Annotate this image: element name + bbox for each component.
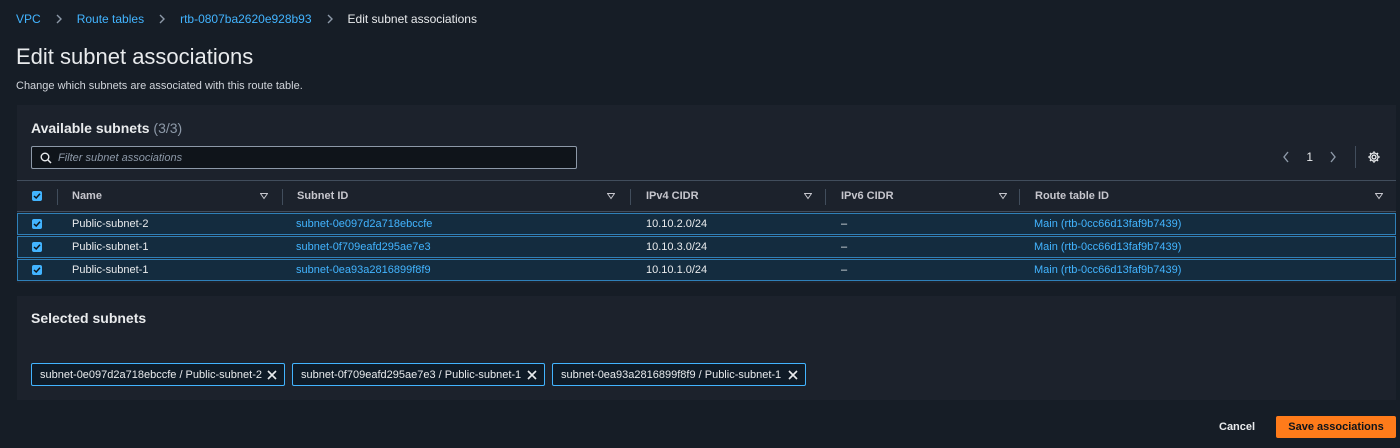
column-header-name[interactable]: Name (72, 181, 280, 211)
breadcrumb-current: Edit subnet associations (347, 12, 477, 26)
token-label: subnet-0f709eafd295ae7e3 / Public-subnet… (301, 368, 522, 381)
column-header-label: IPv4 CIDR (646, 190, 699, 202)
caret-down-icon (607, 193, 615, 200)
cancel-button[interactable]: Cancel (1213, 418, 1261, 436)
selected-subnet-token: subnet-0e097d2a718ebccfe / Public-subnet… (31, 363, 285, 386)
filter-input[interactable] (58, 151, 558, 164)
table-row[interactable]: Public-subnet-1 subnet-0ea93a2816899f8f9… (17, 259, 1396, 281)
select-all-checkbox[interactable] (32, 191, 42, 201)
cell-subnet-id-link[interactable]: subnet-0ea93a2816899f8f9 (296, 260, 431, 280)
checkmark-icon (33, 244, 41, 251)
close-icon[interactable] (266, 369, 278, 381)
cell-ipv4-cidr: 10.10.3.0/24 (646, 241, 708, 253)
column-divider (630, 189, 631, 205)
save-associations-button[interactable]: Save associations (1276, 416, 1396, 438)
cell-name: Public-subnet-1 (72, 241, 149, 253)
column-header-label: Subnet ID (297, 190, 349, 202)
page-number[interactable]: 1 (1306, 150, 1313, 164)
column-divider (282, 189, 283, 205)
column-header-label: Route table ID (1035, 190, 1109, 202)
column-header-label: Name (72, 190, 102, 202)
column-divider (1019, 189, 1020, 205)
row-checkbox[interactable] (32, 242, 42, 252)
column-header-ipv6-cidr[interactable]: IPv6 CIDR (841, 181, 1019, 211)
selected-subnet-token: subnet-0ea93a2816899f8f9 / Public-subnet… (552, 363, 806, 386)
cell-subnet-id-link[interactable]: subnet-0f709eafd295ae7e3 (296, 237, 431, 257)
checkmark-icon (33, 221, 41, 228)
caret-down-icon (1375, 193, 1383, 200)
column-divider (825, 189, 826, 205)
table-row[interactable]: Public-subnet-1 subnet-0f709eafd295ae7e3… (17, 236, 1396, 258)
column-header-ipv4-cidr[interactable]: IPv4 CIDR (646, 181, 824, 211)
table-header: Name Subnet ID IPv4 CIDR IPv6 CIDR Route… (17, 180, 1396, 212)
pagination: 1 (1278, 146, 1382, 168)
chevron-right-icon (55, 14, 63, 24)
cell-ipv6-cidr: – (841, 241, 848, 253)
page-description: Change which subnets are associated with… (16, 80, 303, 92)
gear-icon[interactable] (1366, 149, 1382, 165)
subnets-table: Name Subnet ID IPv4 CIDR IPv6 CIDR Route… (17, 180, 1396, 281)
chevron-right-icon (326, 14, 334, 24)
row-checkbox[interactable] (32, 219, 42, 229)
pager-divider (1355, 146, 1356, 168)
token-label: subnet-0ea93a2816899f8f9 / Public-subnet… (561, 368, 782, 381)
caret-down-icon (804, 193, 812, 200)
row-checkbox[interactable] (32, 265, 42, 275)
breadcrumb-route-table-id[interactable]: rtb-0807ba2620e928b93 (180, 12, 311, 26)
cell-route-table-link[interactable]: Main (rtb-0cc66d13faf9b7439) (1034, 260, 1181, 280)
cell-name: Public-subnet-2 (72, 218, 149, 230)
available-subnets-count: (3/3) (153, 120, 183, 136)
column-header-route-table-id[interactable]: Route table ID (1035, 181, 1395, 211)
chevron-right-icon[interactable] (1325, 149, 1341, 165)
breadcrumb: VPC Route tables rtb-0807ba2620e928b93 E… (16, 12, 477, 26)
selected-subnets-panel: Selected subnets subnet-0e097d2a718ebccf… (17, 296, 1396, 400)
caret-down-icon (260, 193, 268, 200)
column-header-label: IPv6 CIDR (841, 190, 894, 202)
search-icon (40, 152, 52, 164)
column-divider (57, 189, 58, 205)
cell-ipv4-cidr: 10.10.2.0/24 (646, 218, 708, 230)
cell-ipv6-cidr: – (841, 218, 848, 230)
close-icon[interactable] (526, 369, 538, 381)
selected-subnets-heading: Selected subnets (31, 310, 147, 326)
checkmark-icon (33, 193, 41, 200)
cell-ipv6-cidr: – (841, 264, 848, 276)
chevron-left-icon[interactable] (1278, 149, 1294, 165)
column-header-subnet-id[interactable]: Subnet ID (297, 181, 627, 211)
available-subnets-heading: Available subnets (3/3) (31, 120, 182, 136)
close-icon[interactable] (787, 369, 799, 381)
cell-route-table-link[interactable]: Main (rtb-0cc66d13faf9b7439) (1034, 214, 1181, 234)
table-row[interactable]: Public-subnet-2 subnet-0e097d2a718ebccfe… (17, 213, 1396, 235)
caret-down-icon (999, 193, 1007, 200)
available-subnets-title: Available subnets (31, 120, 150, 136)
chevron-right-icon (158, 14, 166, 24)
filter-box (31, 146, 577, 169)
cell-ipv4-cidr: 10.10.1.0/24 (646, 264, 708, 276)
breadcrumb-vpc[interactable]: VPC (16, 12, 41, 26)
available-subnets-panel: Available subnets (3/3) 1 Name (17, 105, 1396, 283)
selected-subnet-token: subnet-0f709eafd295ae7e3 / Public-subnet… (292, 363, 545, 386)
cell-name: Public-subnet-1 (72, 264, 149, 276)
token-label: subnet-0e097d2a718ebccfe / Public-subnet… (40, 368, 262, 381)
breadcrumb-route-tables[interactable]: Route tables (77, 12, 144, 26)
cell-subnet-id-link[interactable]: subnet-0e097d2a718ebccfe (296, 214, 432, 234)
page-title: Edit subnet associations (16, 44, 254, 69)
checkmark-icon (33, 267, 41, 274)
cell-route-table-link[interactable]: Main (rtb-0cc66d13faf9b7439) (1034, 237, 1181, 257)
